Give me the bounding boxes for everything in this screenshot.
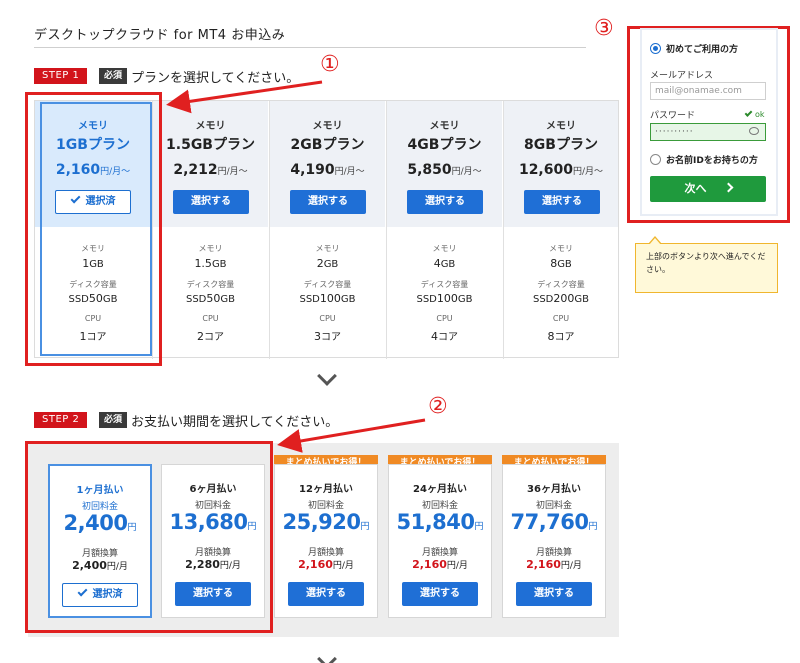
annotation-arrows bbox=[166, 80, 426, 453]
annotation-number-2: ② bbox=[428, 394, 448, 419]
annotation-number-3: ③ bbox=[594, 16, 614, 41]
annotation-number-1: ① bbox=[320, 52, 340, 77]
annotation-arrow-1 bbox=[166, 80, 323, 114]
annotation-arrow-2 bbox=[277, 418, 426, 453]
